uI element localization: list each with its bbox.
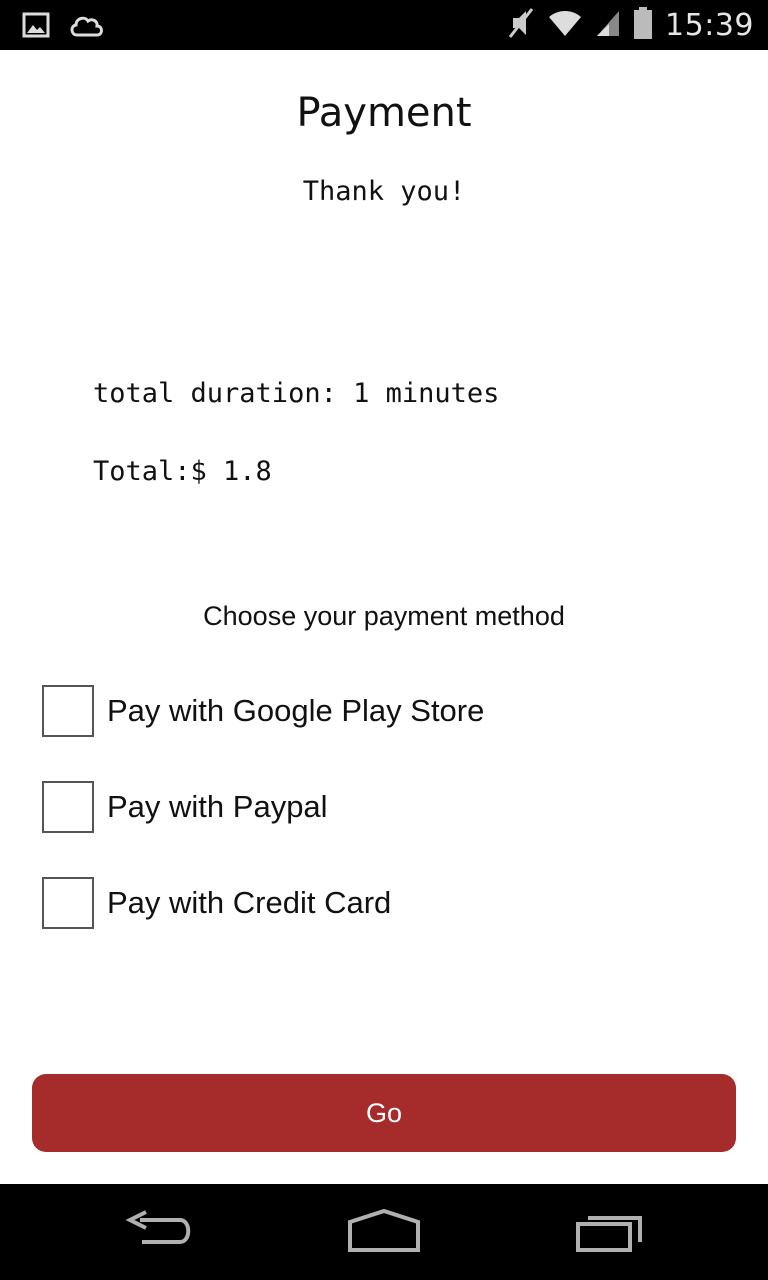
mute-icon <box>507 6 535 44</box>
option-label: Pay with Google Play Store <box>107 693 485 728</box>
total-amount-text: Total:$ 1.8 <box>93 456 272 487</box>
recent-apps-icon[interactable] <box>574 1208 646 1260</box>
cloud-icon <box>68 12 104 42</box>
battery-icon <box>633 6 653 44</box>
page-title: Payment <box>296 90 472 136</box>
wifi-icon <box>547 8 583 42</box>
option-paypal[interactable]: Pay with Paypal <box>42 781 328 833</box>
checkbox[interactable] <box>42 781 94 833</box>
go-button[interactable]: Go <box>32 1074 736 1152</box>
navigation-bar <box>0 1184 768 1280</box>
option-google-play[interactable]: Pay with Google Play Store <box>42 685 484 737</box>
image-icon <box>22 12 50 42</box>
status-time: 15:39 <box>665 7 754 43</box>
status-right-icons: 15:39 <box>507 0 754 50</box>
total-duration-text: total duration: 1 minutes <box>93 378 500 409</box>
checkbox[interactable] <box>42 877 94 929</box>
payment-method-prompt: Choose your payment method <box>203 601 565 631</box>
option-label: Pay with Credit Card <box>107 885 392 920</box>
status-left-icons <box>22 12 104 42</box>
status-bar: 15:39 <box>0 0 768 50</box>
back-icon[interactable] <box>124 1208 196 1260</box>
checkbox[interactable] <box>42 685 94 737</box>
home-icon[interactable] <box>346 1208 422 1260</box>
payment-screen: Payment Thank you! total duration: 1 min… <box>0 50 768 1184</box>
option-credit-card[interactable]: Pay with Credit Card <box>42 877 391 929</box>
signal-icon <box>595 8 621 42</box>
option-label: Pay with Paypal <box>107 789 328 824</box>
thank-you-text: Thank you! <box>302 176 466 207</box>
